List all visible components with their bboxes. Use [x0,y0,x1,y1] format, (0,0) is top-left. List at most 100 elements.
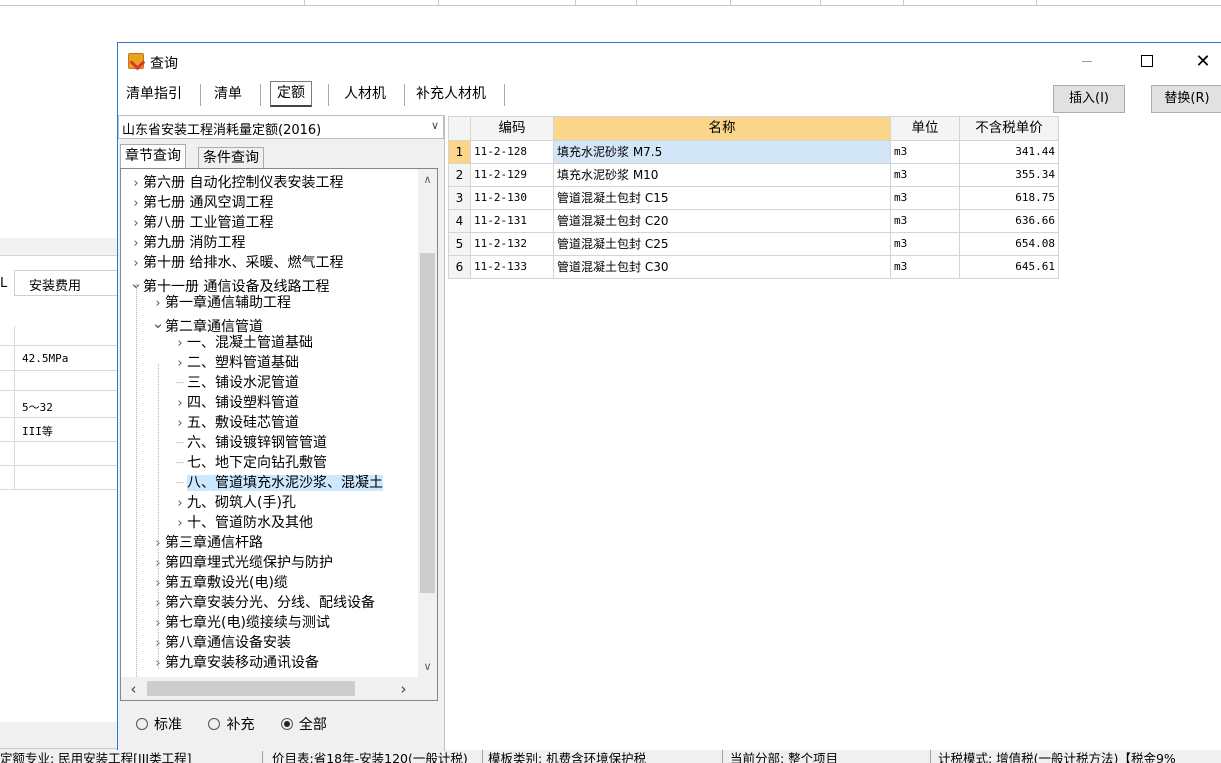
tree-item[interactable]: › 二、塑料管道基础 [173,353,299,373]
grid-header-code[interactable]: 编码 [471,117,554,141]
grid-cell-unit[interactable]: m3 [891,210,960,233]
chevron-right-icon[interactable]: › [173,394,187,414]
grid-cell-unit[interactable]: m3 [891,233,960,256]
maximize-button[interactable] [1124,43,1170,79]
grid-cell-idx[interactable]: 5 [448,233,471,256]
subtab-condition-query[interactable]: 条件查询 [198,147,264,168]
grid-cell-name[interactable]: 管道混凝土包封 C20 [554,210,891,233]
radio-all[interactable]: 全部 [280,714,327,734]
tree-horizontal-scrollbar[interactable]: ‹ › [121,677,418,700]
subtab-chapter-query[interactable]: 章节查询 [120,144,186,168]
tree-item[interactable]: › 第四章埋式光缆保护与防护 [151,553,333,573]
quota-library-select[interactable]: 山东省安装工程消耗量定额(2016) ∨ [118,115,444,139]
scroll-up-icon[interactable]: ∧ [418,171,437,188]
tree-item[interactable]: › 九、砌筑人(手)孔 [173,493,296,513]
grid-cell-unit[interactable]: m3 [891,187,960,210]
grid-cell-price[interactable]: 654.08 [960,233,1059,256]
tab-quota[interactable]: 定额 [270,81,312,107]
background-row[interactable] [0,371,118,391]
replace-button[interactable]: 替换(R) [1151,85,1221,113]
grid-cell-price[interactable]: 355.34 [960,164,1059,187]
tree-item[interactable]: ┈ 六、铺设镀锌钢管管道 [173,433,327,453]
grid-cell-idx[interactable]: 3 [448,187,471,210]
grid-cell-unit[interactable]: m3 [891,164,960,187]
grid-cell-unit[interactable]: m3 [891,141,960,164]
pane-splitter[interactable] [444,115,445,751]
grid-cell-name[interactable]: 填充水泥砂浆 M7.5 [554,141,891,164]
tree-item[interactable]: ┈ 八、管道填充水泥沙浆、混凝土 [173,473,383,493]
grid-cell-name[interactable]: 管道混凝土包封 C15 [554,187,891,210]
tab-materials[interactable]: 人材机 [336,81,394,107]
background-row[interactable] [0,326,118,346]
tree-item[interactable]: › 第九章安装移动通讯设备 [151,653,319,673]
tree-item[interactable]: › 十、管道防水及其他 [173,513,313,533]
grid-cell-name[interactable]: 管道混凝土包封 C25 [554,233,891,256]
radio-supplementary[interactable]: 补充 [208,714,254,734]
chevron-down-icon[interactable]: ∨ [431,119,439,132]
grid-cell-code[interactable]: 11-2-130 [471,187,554,210]
tree-vertical-scrollbar[interactable]: ∧ ∨ [418,169,437,677]
background-row[interactable] [0,442,118,466]
grid-cell-name[interactable]: 管道混凝土包封 C30 [554,256,891,279]
scroll-down-icon[interactable]: ∨ [418,658,437,675]
grid-cell-price[interactable]: 645.61 [960,256,1059,279]
grid-cell-code[interactable]: 11-2-133 [471,256,554,279]
grid-cell-price[interactable]: 341.44 [960,141,1059,164]
scroll-left-icon[interactable]: ‹ [125,680,142,698]
tree-item[interactable]: › 五、敷设硅芯管道 [173,413,299,433]
chevron-right-icon[interactable]: › [173,334,187,354]
grid-cell-idx[interactable]: 4 [448,210,471,233]
background-row[interactable] [0,466,118,490]
grid-cell-code[interactable]: 11-2-128 [471,141,554,164]
scroll-thumb[interactable] [420,253,435,593]
chevron-right-icon[interactable]: › [129,214,143,234]
tree-item[interactable]: ┈ 七、地下定向钻孔敷管 [173,453,327,473]
grid-cell-idx[interactable]: 6 [448,256,471,279]
chevron-right-icon[interactable]: › [129,174,143,194]
tab-supplementary-materials[interactable]: 补充人材机 [408,81,494,107]
grid-cell-price[interactable]: 618.75 [960,187,1059,210]
tree-item[interactable]: › 一、混凝土管道基础 [173,333,313,353]
tree-item[interactable]: › 第一章通信辅助工程 [151,293,291,313]
grid-cell-name[interactable]: 填充水泥砂浆 M10 [554,164,891,187]
tree-item[interactable]: › 第七章光(电)缆接续与测试 [151,613,330,633]
tree-item[interactable]: › 第八章通信设备安装 [151,633,291,653]
tree-item[interactable]: › 第九册 消防工程 [129,233,245,253]
grid-cell-idx[interactable]: 2 [448,164,471,187]
background-column-header[interactable]: 安装费用 [14,270,118,296]
tree-item[interactable]: › 第五章敷设光(电)缆 [151,573,288,593]
chevron-right-icon[interactable]: › [129,194,143,214]
grid-cell-price[interactable]: 636.66 [960,210,1059,233]
scroll-thumb[interactable] [147,681,355,696]
tree-item[interactable]: › 第七册 通风空调工程 [129,193,273,213]
tree-item[interactable]: › 四、铺设塑料管道 [173,393,299,413]
tree-item[interactable]: ⌄第二章通信管道 [151,313,263,335]
background-row[interactable]: III等 [0,418,118,442]
grid-header-name[interactable]: 名称 [554,117,891,141]
radio-standard[interactable]: 标准 [136,714,182,734]
tree-item[interactable]: ┈ 三、铺设水泥管道 [173,373,299,393]
background-row[interactable]: 5～32 [0,394,118,418]
chevron-right-icon[interactable]: › [173,414,187,434]
grid-cell-idx[interactable]: 1 [448,141,471,164]
tree-item[interactable]: › 第六册 自动化控制仪表安装工程 [129,173,343,193]
grid-header-price[interactable]: 不含税单价 [960,117,1059,141]
minimize-button[interactable] [1064,43,1110,79]
grid-cell-code[interactable]: 11-2-131 [471,210,554,233]
grid-cell-code[interactable]: 11-2-129 [471,164,554,187]
chevron-right-icon[interactable]: › [129,254,143,274]
tree-item[interactable]: › 第十册 给排水、采暖、燃气工程 [129,253,343,273]
dialog-titlebar[interactable]: 查询 ✕ [118,43,1221,79]
tree-item[interactable]: › 第三章通信杆路 [151,533,263,553]
tree-item[interactable]: ⌄第十一册 通信设备及线路工程 [129,273,330,295]
tab-list-guide[interactable]: 清单指引 [118,81,190,107]
chevron-right-icon[interactable]: › [151,294,165,314]
chevron-right-icon[interactable]: › [173,514,187,534]
chevron-right-icon[interactable]: › [173,354,187,374]
close-button[interactable]: ✕ [1180,43,1221,79]
insert-button[interactable]: 插入(I) [1053,85,1125,113]
chevron-down-icon[interactable]: ⌄ [151,313,165,333]
chevron-right-icon[interactable]: › [129,234,143,254]
tab-list[interactable]: 清单 [206,81,250,107]
chevron-right-icon[interactable]: › [173,494,187,514]
